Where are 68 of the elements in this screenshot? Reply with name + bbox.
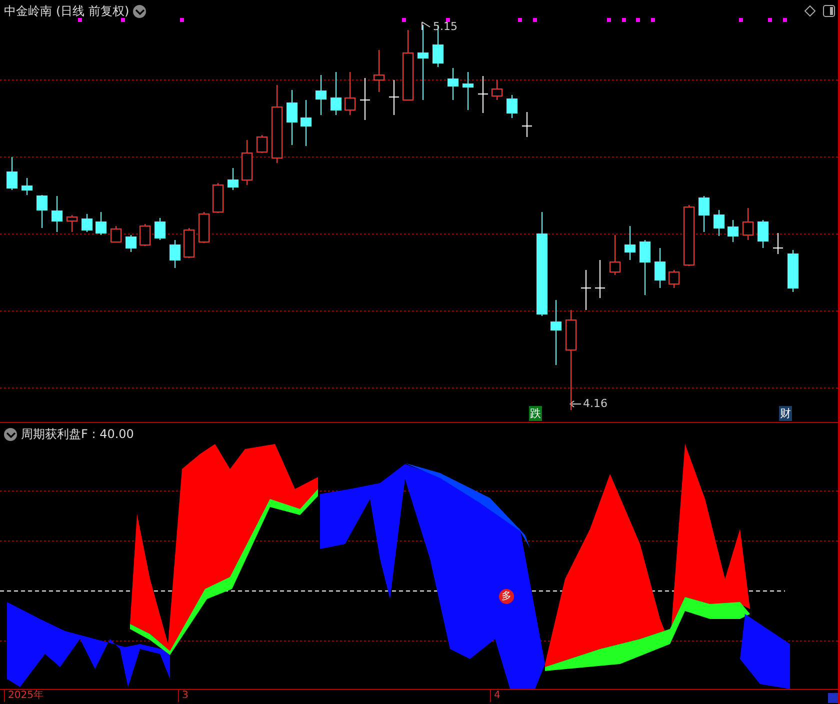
candlestick xyxy=(286,90,298,146)
event-badge[interactable]: 跌 xyxy=(529,406,542,421)
candlestick xyxy=(668,270,680,288)
time-axis-label: 2025年 xyxy=(4,690,44,702)
candlestick xyxy=(300,100,312,146)
candlestick xyxy=(728,220,738,242)
candlestick xyxy=(184,228,194,258)
candlestick xyxy=(36,194,48,228)
event-badge[interactable]: 财 xyxy=(779,406,792,421)
candlestick xyxy=(610,234,620,276)
candlestick xyxy=(654,248,666,288)
candlestick xyxy=(788,250,798,292)
candlestick xyxy=(698,196,710,232)
candlestick xyxy=(478,76,488,114)
candlestick xyxy=(22,178,32,196)
candlestick xyxy=(140,224,150,246)
candlestick xyxy=(256,134,268,154)
period-label: (日线 前复权) xyxy=(56,3,130,20)
candlestick xyxy=(242,140,252,186)
candlestick xyxy=(198,212,210,244)
panel-toggle-icon[interactable] xyxy=(823,5,835,17)
candlestick xyxy=(492,80,502,100)
candlestick xyxy=(344,72,356,116)
candlestick xyxy=(714,210,724,236)
chevron-down-icon xyxy=(134,8,145,14)
candlestick xyxy=(374,50,384,92)
candlestick xyxy=(402,30,414,100)
candlestick xyxy=(758,220,768,248)
chevron-down-icon xyxy=(6,432,16,438)
dropdown-button[interactable] xyxy=(4,428,17,441)
candlestick xyxy=(330,72,342,116)
low-price-label: 4.16 xyxy=(583,397,608,410)
diamond-icon[interactable] xyxy=(804,5,816,17)
indicator-title: 周期获利盘F : 40.00 xyxy=(21,426,134,443)
dropdown-button[interactable] xyxy=(133,5,146,18)
candlestick xyxy=(388,80,400,116)
candlestick xyxy=(110,226,122,242)
corner-marker xyxy=(828,693,838,703)
candlestick xyxy=(170,240,180,268)
candlestick xyxy=(640,240,650,296)
candlestick xyxy=(66,214,78,232)
candlestick xyxy=(684,204,694,266)
candlestick xyxy=(522,112,532,138)
leader-line xyxy=(570,400,582,408)
candlestick xyxy=(506,94,518,118)
stock-title: 中金岭南 xyxy=(4,3,52,20)
candlestick xyxy=(52,196,62,232)
time-axis-label: 3 xyxy=(178,690,188,702)
candlestick xyxy=(212,182,224,214)
leader-line xyxy=(422,22,430,30)
candlestick xyxy=(126,234,136,252)
high-price-label: 5.15 xyxy=(433,20,458,33)
candlestick xyxy=(228,168,238,190)
candlestick xyxy=(154,218,166,240)
candlestick xyxy=(550,300,562,366)
candlestick xyxy=(462,72,474,110)
candlestick xyxy=(580,270,592,310)
candlestick xyxy=(742,208,754,240)
candlestick xyxy=(6,156,18,190)
candlestick xyxy=(772,232,784,254)
candlestick xyxy=(624,226,636,260)
candlestick xyxy=(448,68,458,100)
candlestick xyxy=(594,260,606,298)
candlestick xyxy=(316,74,326,116)
time-axis-label: 4 xyxy=(490,690,500,702)
candlestick xyxy=(82,214,92,232)
candlestick xyxy=(360,78,370,120)
candlestick xyxy=(96,212,106,236)
